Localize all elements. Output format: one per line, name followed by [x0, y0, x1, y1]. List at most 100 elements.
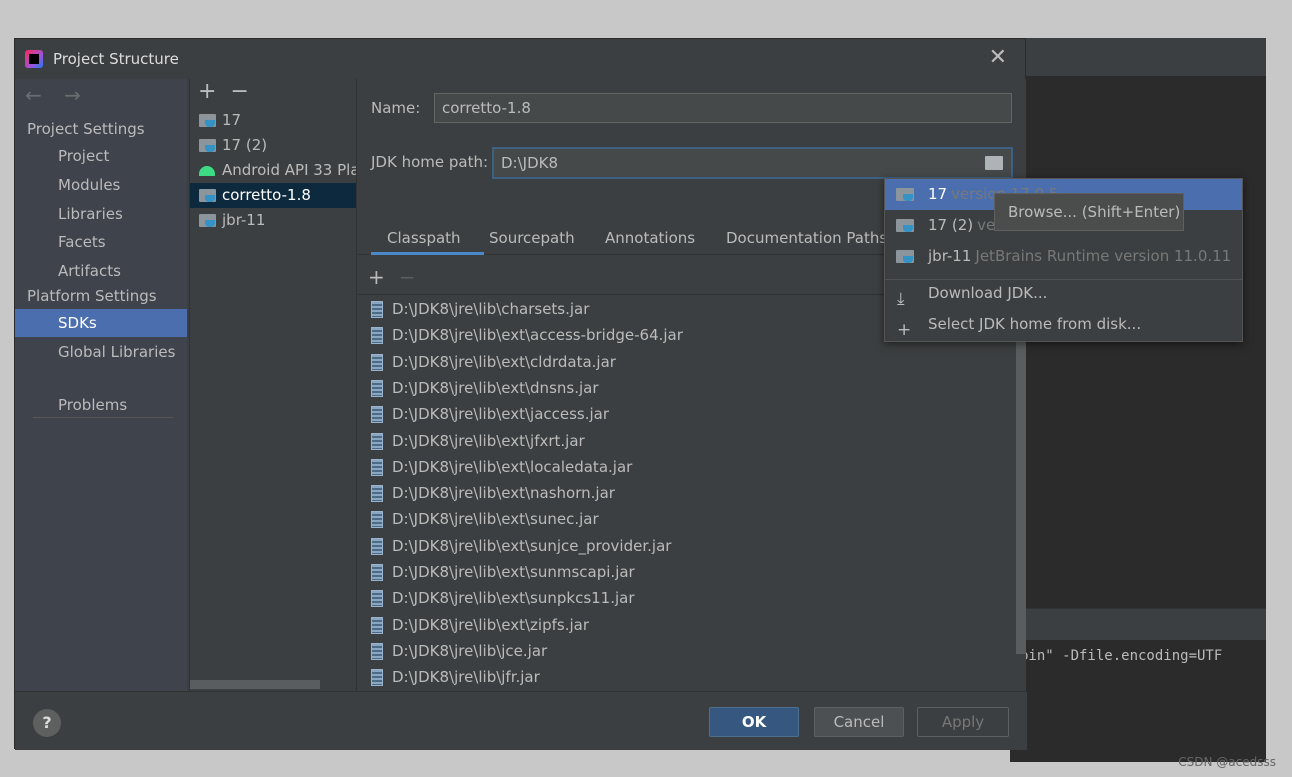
sidebar-item-modules[interactable]: Modules [15, 171, 187, 199]
title-bar: Project Structure ✕ [15, 39, 1025, 79]
jar-icon [371, 379, 383, 397]
sdk-list-horizontal-scrollbar[interactable] [190, 680, 320, 689]
classpath-row[interactable]: D:\JDK8\jre\lib\ext\jaccess.jar [358, 401, 998, 427]
sidebar-item-global-libraries[interactable]: Global Libraries [15, 338, 187, 366]
popup-item-jbr-11[interactable]: jbr-11 JetBrains Runtime version 11.0.11 [885, 241, 1242, 272]
background-panel-header [1010, 608, 1266, 640]
help-button[interactable]: ? [33, 709, 61, 737]
jar-icon [371, 564, 383, 581]
sdk-item-label: 17 [222, 111, 242, 129]
classpath-row[interactable]: D:\JDK8\jre\lib\ext\cldrdata.jar [358, 349, 998, 375]
add-classpath-button[interactable]: + [368, 265, 385, 289]
remove-sdk-button[interactable]: − [230, 79, 248, 104]
apply-button[interactable]: Apply [917, 707, 1009, 737]
popup-item-label: Download JDK... [928, 284, 1048, 302]
settings-sidebar: ← → Project Settings Project Modules Lib… [15, 79, 187, 691]
jdk-home-path-field[interactable]: D:\JDK8 [492, 147, 1013, 179]
jdk-folder-icon [896, 219, 914, 232]
classpath-path: D:\JDK8\jre\lib\jce.jar [392, 641, 548, 660]
sidebar-item-libraries[interactable]: Libraries [15, 200, 187, 228]
active-tab-indicator [371, 252, 484, 255]
background-console: bin" -Dfile.encoding=UTF [1010, 640, 1266, 762]
classpath-row[interactable]: D:\JDK8\jre\lib\ext\nashorn.jar [358, 480, 998, 506]
intellij-logo-icon [25, 50, 43, 68]
background-toolbar [1010, 38, 1266, 76]
tab-annotations[interactable]: Annotations [605, 229, 695, 247]
popup-item-label: 17 [928, 185, 948, 203]
classpath-path: D:\JDK8\jre\lib\jfr.jar [392, 668, 540, 687]
classpath-row[interactable]: D:\JDK8\jre\lib\ext\sunpkcs11.jar [358, 585, 998, 611]
jar-icon [371, 669, 383, 687]
jar-icon [371, 590, 383, 608]
jar-icon [371, 458, 383, 476]
dialog-title: Project Structure [53, 50, 179, 68]
sdk-item-17[interactable]: 17 [190, 108, 356, 133]
jar-icon [371, 642, 383, 660]
tab-documentation-paths[interactable]: Documentation Paths [726, 229, 887, 247]
watermark: CSDN @acedsss [1178, 755, 1276, 769]
tab-sourcepath[interactable]: Sourcepath [489, 229, 575, 247]
sdk-item-corretto-1-8[interactable]: corretto-1.8 [190, 183, 356, 208]
jdk-folder-icon [199, 189, 216, 202]
sdk-name-field[interactable]: corretto-1.8 [434, 93, 1012, 123]
classpath-path: D:\JDK8\jre\lib\ext\nashorn.jar [392, 484, 615, 503]
popup-item-label: Select JDK home from disk... [928, 315, 1142, 333]
classpath-row[interactable]: D:\JDK8\jre\lib\jce.jar [358, 638, 998, 664]
jar-icon [371, 616, 383, 634]
classpath-path: D:\JDK8\jre\lib\ext\zipfs.jar [392, 615, 589, 634]
dialog-button-bar: ? OK Cancel Apply [15, 691, 1027, 750]
classpath-row[interactable]: D:\JDK8\jre\lib\ext\sunec.jar [358, 506, 998, 532]
jar-icon [371, 485, 383, 503]
popup-item-version: JetBrains Runtime version 11.0.11 [975, 247, 1232, 265]
sdk-item-label: 17 (2) [222, 136, 268, 154]
remove-classpath-button[interactable]: − [399, 265, 416, 289]
classpath-path: D:\JDK8\jre\lib\charsets.jar [392, 300, 590, 318]
classpath-path: D:\JDK8\jre\lib\ext\access-bridge-64.jar [392, 326, 683, 345]
sidebar-item-sdks[interactable]: SDKs [15, 309, 187, 337]
jdk-folder-icon [896, 188, 914, 201]
jar-icon [371, 353, 383, 371]
close-button[interactable]: ✕ [989, 47, 1007, 69]
back-forward-arrows-icon[interactable]: ← → [25, 83, 89, 107]
classpath-list: D:\JDK8\jre\lib\charsets.jar D:\JDK8\jre\… [358, 294, 1018, 691]
tab-classpath[interactable]: Classpath [387, 229, 461, 247]
classpath-row[interactable]: D:\JDK8\jre\lib\ext\sunmscapi.jar [358, 559, 998, 585]
jar-icon [371, 327, 383, 345]
jdk-folder-icon [199, 139, 216, 152]
browse-folder-icon[interactable] [985, 156, 1003, 170]
classpath-vertical-scrollbar[interactable] [1016, 294, 1026, 654]
name-label: Name: [371, 99, 421, 117]
sdk-item-android-api-33[interactable]: Android API 33 Platform [190, 158, 356, 183]
classpath-row[interactable]: D:\JDK8\jre\lib\ext\sunjce_provider.jar [358, 533, 998, 559]
popup-download-jdk[interactable]: ⤓ Download JDK... [885, 278, 1242, 309]
background-ide-window: bin" -Dfile.encoding=UTF [1010, 38, 1266, 762]
jar-icon [371, 537, 383, 555]
classpath-path: D:\JDK8\jre\lib\ext\dnsns.jar [392, 378, 599, 397]
add-sdk-button[interactable]: + [198, 79, 216, 104]
jdk-folder-icon [199, 114, 216, 127]
project-settings-header: Project Settings [27, 120, 145, 138]
ok-button[interactable]: OK [709, 707, 799, 737]
classpath-row[interactable]: D:\JDK8\jre\lib\ext\localedata.jar [358, 454, 998, 480]
classpath-row[interactable]: D:\JDK8\jre\lib\ext\zipfs.jar [358, 612, 998, 638]
classpath-row[interactable]: D:\JDK8\jre\lib\jfr.jar [358, 664, 998, 690]
classpath-row[interactable]: D:\JDK8\jre\lib\ext\jfxrt.jar [358, 428, 998, 454]
sdk-item-17-2[interactable]: 17 (2) [190, 133, 356, 158]
add-folder-icon: + [897, 320, 912, 340]
sidebar-item-artifacts[interactable]: Artifacts [15, 257, 187, 285]
sidebar-item-problems[interactable]: Problems [15, 391, 187, 419]
jdk-home-path-value: D:\JDK8 [501, 154, 559, 172]
android-icon [199, 164, 215, 176]
sidebar-item-project[interactable]: Project [15, 142, 187, 170]
platform-settings-header: Platform Settings [27, 287, 157, 305]
cancel-button[interactable]: Cancel [814, 707, 904, 737]
sdk-item-jbr-11[interactable]: jbr-11 [190, 208, 356, 233]
classpath-row[interactable]: D:\JDK8\jre\lib\ext\dnsns.jar [358, 375, 998, 401]
classpath-toolbar: + − [368, 265, 416, 289]
classpath-path: D:\JDK8\jre\lib\ext\localedata.jar [392, 457, 633, 476]
popup-select-from-disk[interactable]: + Select JDK home from disk... [885, 309, 1242, 340]
sidebar-item-facets[interactable]: Facets [15, 228, 187, 256]
classpath-path: D:\JDK8\jre\lib\ext\sunec.jar [392, 510, 599, 529]
sdk-item-label: corretto-1.8 [222, 186, 311, 204]
sdk-item-label: Android API 33 Platform [222, 161, 356, 179]
